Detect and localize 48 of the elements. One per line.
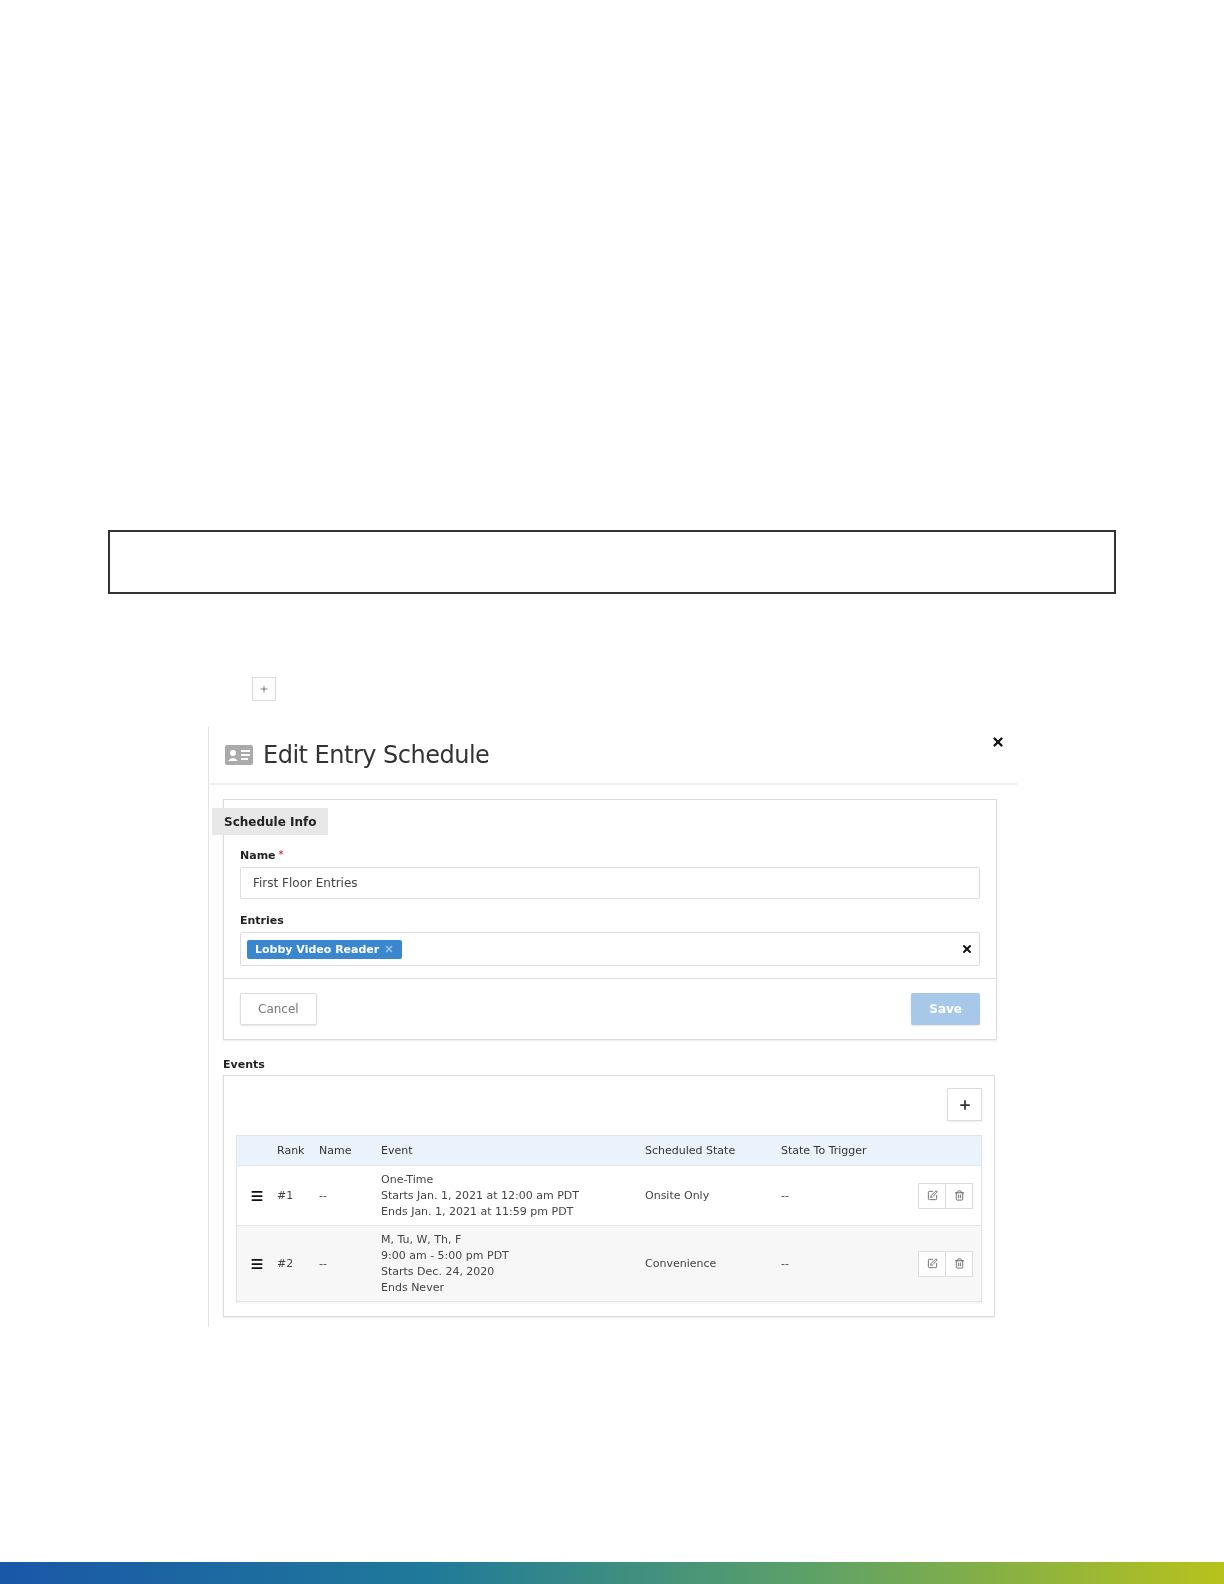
table-cell-text: -- — [781, 1189, 790, 1202]
event-line: Ends Never — [381, 1281, 445, 1294]
dialog-title: Edit Entry Schedule — [263, 741, 490, 769]
table-cell-text: #1 — [277, 1189, 295, 1202]
column-header: Rank — [277, 1144, 306, 1157]
table-cell-text: Onsite Only — [645, 1189, 711, 1202]
trash-icon — [953, 1190, 965, 1201]
add-event-button[interactable] — [947, 1088, 982, 1121]
event-line: Starts Jan. 1, 2021 at 12:00 am PDT — [381, 1189, 581, 1202]
table-cell-text: #2 — [277, 1257, 295, 1270]
edit-button[interactable] — [918, 1250, 946, 1277]
field-label: Name — [240, 849, 276, 862]
trash-icon — [953, 1258, 965, 1269]
table-cell-text: -- — [781, 1257, 790, 1270]
close-icon — [991, 735, 1005, 749]
clear-button[interactable] — [961, 943, 973, 955]
required-mark: * — [278, 849, 284, 862]
drag-handle-icon[interactable] — [250, 1256, 264, 1271]
delete-button[interactable] — [945, 1182, 973, 1209]
column-header: Name — [319, 1144, 353, 1157]
remove-icon[interactable] — [384, 944, 395, 954]
cancel-button[interactable]: Cancel — [240, 993, 317, 1025]
table-cell-text: -- — [319, 1257, 328, 1270]
drag-handle-icon[interactable] — [250, 1188, 264, 1203]
id-card-icon — [225, 745, 253, 765]
table-cell-text: Convenience — [645, 1257, 718, 1270]
entry-tag: Lobby Video Reader — [247, 939, 403, 959]
close-icon — [961, 943, 973, 955]
event-line: Starts Dec. 24, 2020 — [381, 1265, 496, 1278]
section-label: Events — [223, 1058, 266, 1071]
plus-icon — [259, 684, 269, 694]
name-field[interactable]: First Floor Entries — [240, 867, 980, 899]
plus-icon — [957, 1097, 972, 1112]
event-line: One-Time — [381, 1173, 435, 1186]
event-line: Ends Jan. 1, 2021 at 11:59 pm PDT — [381, 1205, 575, 1218]
entries-field[interactable]: Lobby Video Reader — [240, 932, 980, 966]
edit-button[interactable] — [918, 1182, 946, 1209]
pen-icon — [926, 1190, 938, 1201]
event-line: M, Tu, W, Th, F — [381, 1233, 463, 1246]
column-header: State To Trigger — [781, 1144, 868, 1157]
column-header: Event — [381, 1144, 414, 1157]
table-cell-text: -- — [319, 1189, 328, 1202]
column-header: Scheduled State — [645, 1144, 737, 1157]
delete-button[interactable] — [945, 1250, 973, 1277]
add-button[interactable] — [252, 677, 276, 701]
pen-icon — [926, 1258, 938, 1269]
event-line: 9:00 am - 5:00 pm PDT — [381, 1249, 510, 1262]
field-label: Entries — [240, 914, 284, 927]
